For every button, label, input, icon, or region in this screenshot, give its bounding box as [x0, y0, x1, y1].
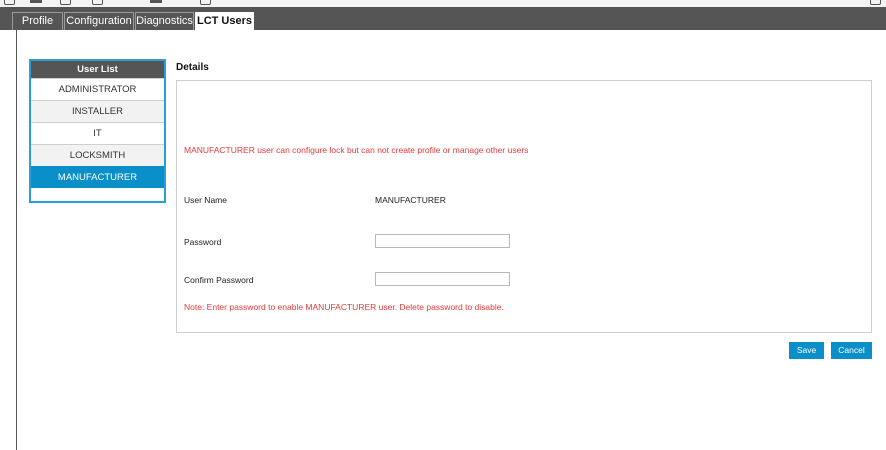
arrow-icon[interactable]: [200, 0, 211, 5]
username-label: User Name: [184, 195, 227, 205]
details-title: Details: [176, 62, 209, 73]
user-item-manufacturer[interactable]: MANUFACTURER: [31, 166, 164, 188]
username-value: MANUFACTURER: [375, 195, 446, 205]
help-icon[interactable]: [870, 0, 881, 5]
user-list-header: User List: [31, 61, 164, 78]
print-icon[interactable]: [150, 0, 162, 3]
save-icon[interactable]: [30, 0, 42, 3]
tab-diagnostics[interactable]: Diagnostics: [135, 12, 194, 30]
confirm-password-label: Confirm Password: [184, 275, 254, 285]
user-list: User List ADMINISTRATOR INSTALLER IT LOC…: [29, 59, 166, 203]
tool-icon[interactable]: [4, 0, 15, 5]
save-button[interactable]: Save: [789, 342, 824, 359]
details-panel: [176, 80, 872, 333]
password-input[interactable]: [375, 234, 510, 248]
cancel-button[interactable]: Cancel: [831, 342, 872, 359]
user-item-installer[interactable]: INSTALLER: [31, 100, 164, 122]
tab-configuration[interactable]: Configuration: [64, 12, 134, 30]
window-icon[interactable]: [60, 0, 71, 5]
password-label: Password: [184, 237, 222, 247]
tab-lct-users[interactable]: LCT Users: [195, 12, 254, 31]
toolbar: [0, 0, 886, 7]
user-item-locksmith[interactable]: LOCKSMITH: [31, 144, 164, 166]
confirm-password-input[interactable]: [375, 272, 510, 286]
password-note: Note: Enter password to enable MANUFACTU…: [184, 302, 504, 312]
export-icon[interactable]: [92, 0, 103, 5]
tab-profile[interactable]: Profile: [12, 12, 63, 30]
tab-bar: Profile Configuration Diagnostics LCT Us…: [0, 7, 886, 31]
info-message: MANUFACTURER user can configure lock but…: [184, 145, 529, 155]
user-item-administrator[interactable]: ADMINISTRATOR: [31, 78, 164, 100]
user-item-it[interactable]: IT: [31, 122, 164, 144]
